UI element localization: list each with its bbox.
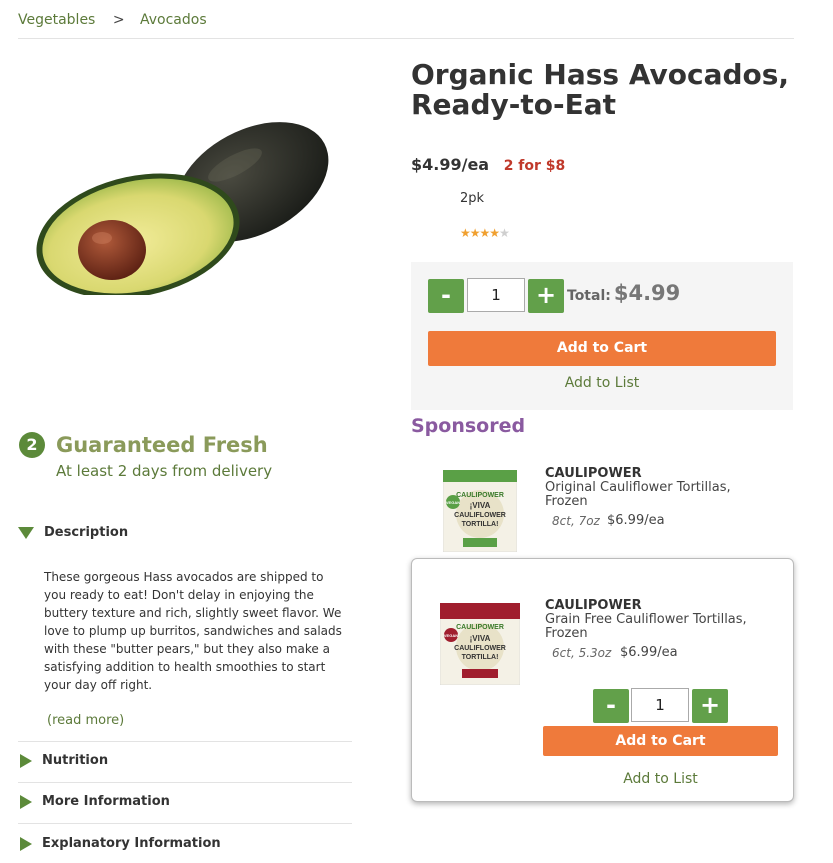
nutrition-label: Nutrition — [42, 753, 109, 768]
breadcrumb-separator: > — [112, 12, 125, 28]
description-toggle[interactable]: Description — [18, 525, 352, 540]
star-icon: ★ — [489, 226, 500, 240]
triangle-right-icon — [20, 794, 32, 809]
increase-quantity-button[interactable]: + — [528, 279, 564, 313]
product-image — [36, 122, 329, 295]
guaranteed-fresh-subtitle: At least 2 days from delivery — [56, 462, 273, 480]
more-information-toggle[interactable]: More Information — [18, 794, 352, 809]
add-to-list-link[interactable]: Add to List — [543, 771, 778, 787]
triangle-right-icon — [20, 753, 32, 768]
sponsored-product-price: $6.99/ea — [607, 513, 665, 528]
star-icon: ★ — [460, 226, 471, 240]
fresh-days-badge: 2 — [19, 432, 45, 458]
triangle-down-icon — [18, 526, 34, 539]
product-title: Organic Hass Avocados, Ready-to-Eat — [411, 58, 790, 121]
sponsored-product-size: 6ct, 5.3oz — [552, 646, 612, 660]
star-empty-icon: ★ — [499, 226, 510, 240]
add-to-cart-button[interactable]: Add to Cart — [543, 726, 778, 756]
triangle-right-icon — [20, 836, 32, 851]
package-line-2: CAULIFLOWER — [454, 645, 506, 652]
sponsored-product-card: CAULIPOWER ¡VIVA CAULIFLOWER TORTILLA! V… — [411, 558, 794, 802]
add-to-cart-button[interactable]: Add to Cart — [428, 331, 776, 366]
product-size: 2pk — [460, 191, 485, 206]
price-row: $4.99/ea 2 for $8 — [411, 155, 565, 174]
guaranteed-fresh-title: Guaranteed Fresh — [56, 433, 268, 457]
add-to-list-link[interactable]: Add to List — [428, 375, 776, 391]
total: Total: $4.99 — [567, 281, 680, 305]
star-icon: ★ — [469, 226, 481, 240]
package-line-2: CAULIFLOWER — [454, 512, 506, 519]
nutrition-toggle[interactable]: Nutrition — [18, 753, 352, 768]
package-line-1: ¡VIVA — [470, 634, 491, 643]
total-value: $4.99 — [613, 281, 681, 305]
add-to-cart-panel: - 1 + Total: $4.99 Add to Cart Add to Lis… — [411, 262, 793, 410]
sponsored-heading: Sponsored — [411, 415, 526, 437]
star-icon: ★ — [479, 226, 491, 240]
package-line-1: ¡VIVA — [470, 501, 491, 510]
divider — [18, 741, 352, 742]
divider — [18, 823, 352, 824]
sponsored-brand: CAULIPOWER — [545, 466, 642, 481]
explanatory-information-toggle[interactable]: Explanatory Information — [18, 836, 352, 851]
package-brand-text: CAULIPOWER — [456, 624, 504, 631]
explanatory-information-label: Explanatory Information — [42, 836, 221, 851]
more-information-label: More Information — [42, 794, 170, 809]
sponsored-brand: CAULIPOWER — [545, 598, 642, 613]
sponsored-product-image[interactable]: CAULIPOWER ¡VIVA CAULIFLOWER TORTILLA! V… — [443, 470, 517, 552]
quantity-input[interactable]: 1 — [467, 278, 525, 312]
sponsored-product-size: 8ct, 7oz — [552, 514, 600, 528]
decrease-quantity-button[interactable]: - — [593, 689, 629, 723]
description-label: Description — [44, 525, 129, 540]
package-line-3: TORTILLA! — [462, 521, 499, 528]
read-more-link[interactable]: (read more) — [47, 713, 124, 728]
divider — [18, 782, 352, 783]
breadcrumb: Vegetables > Avocados — [18, 12, 794, 39]
package-line-3: TORTILLA! — [462, 654, 499, 661]
product-price: $4.99/ea — [411, 155, 490, 174]
sponsored-product-name[interactable]: Grain Free Cauliflower Tortillas, Frozen — [545, 613, 775, 641]
total-label: Total: — [567, 288, 611, 304]
breadcrumb-vegetables[interactable]: Vegetables — [18, 12, 95, 28]
rating-stars: ★★★★★ — [460, 226, 510, 240]
quantity-input[interactable]: 1 — [631, 688, 689, 722]
package-brand-text: CAULIPOWER — [456, 492, 504, 499]
deal-price: 2 for $8 — [503, 158, 566, 174]
sponsored-product-image[interactable]: CAULIPOWER ¡VIVA CAULIFLOWER TORTILLA! V… — [440, 603, 520, 685]
sponsored-product-price: $6.99/ea — [620, 645, 678, 660]
sponsored-product-name[interactable]: Original Cauliflower Tortillas, Frozen — [545, 481, 775, 509]
package-badge: VEGAN — [444, 633, 458, 638]
breadcrumb-avocados[interactable]: Avocados — [140, 12, 207, 28]
increase-quantity-button[interactable]: + — [692, 689, 728, 723]
package-badge: VEGAN — [446, 500, 460, 505]
decrease-quantity-button[interactable]: - — [428, 279, 464, 313]
description-text: These gorgeous Hass avocados are shipped… — [44, 570, 342, 692]
